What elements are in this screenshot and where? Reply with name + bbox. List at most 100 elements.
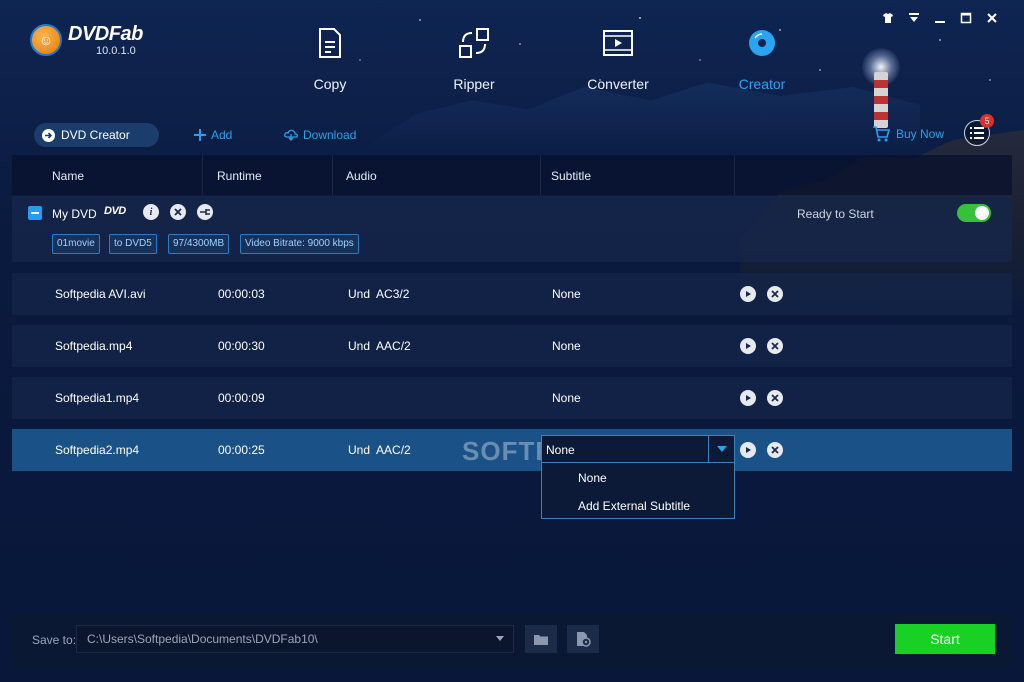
- column-divider: [734, 155, 735, 195]
- column-divider: [202, 155, 203, 195]
- nav-copy-label: Copy: [313, 76, 347, 92]
- app-name: DVDFab: [68, 23, 143, 45]
- remove-dvd-icon[interactable]: [170, 204, 186, 220]
- file-subtitle[interactable]: None: [552, 339, 581, 353]
- buy-now-label: Buy Now: [896, 127, 945, 141]
- save-to-label: Save to:: [32, 633, 77, 647]
- subtitle-dropdown-menu: None Add External Subtitle: [541, 463, 735, 519]
- menu-dropdown-icon[interactable]: [908, 12, 920, 24]
- mode-label: DVD Creator: [61, 128, 130, 142]
- nav-creator[interactable]: Creator: [690, 28, 834, 92]
- lighthouse-image: [874, 72, 888, 128]
- maximize-icon[interactable]: [960, 12, 972, 24]
- plus-icon: [194, 129, 206, 141]
- play-icon[interactable]: [740, 390, 756, 406]
- play-icon[interactable]: [740, 286, 756, 302]
- save-path-input[interactable]: C:\Users\Softpedia\Documents\DVDFab10\: [76, 625, 514, 653]
- tag-size[interactable]: 97/4300MB: [168, 234, 230, 254]
- subtitle-select[interactable]: None: [541, 435, 735, 463]
- dvd-select-checkbox[interactable]: [28, 206, 42, 220]
- status-text: Ready to Start: [797, 207, 874, 221]
- minimize-icon[interactable]: [934, 12, 946, 24]
- settings-wrench-icon[interactable]: [197, 204, 213, 220]
- buy-now-button[interactable]: Buy Now: [872, 126, 944, 142]
- remove-file-icon[interactable]: [767, 390, 783, 406]
- remove-file-icon[interactable]: [767, 442, 783, 458]
- file-runtime: 00:00:03: [218, 287, 265, 301]
- arrow-right-circle-icon: [42, 128, 55, 142]
- download-label: Download: [303, 128, 357, 142]
- cloud-download-icon: [284, 129, 298, 141]
- path-dropdown-chevron-icon[interactable]: [496, 636, 504, 641]
- queue-count-badge: 5: [980, 114, 994, 128]
- nav-copy[interactable]: Copy: [258, 28, 402, 92]
- tag-output[interactable]: to DVD5: [109, 234, 157, 254]
- file-row[interactable]: Softpedia.mp4 00:00:30 Und AAC/2 None: [12, 325, 1012, 367]
- subtitle-select-value: None: [546, 443, 575, 457]
- file-runtime: 00:00:30: [218, 339, 265, 353]
- cart-icon: [873, 126, 890, 142]
- copy-icon: [315, 28, 345, 58]
- window-controls: [882, 12, 998, 24]
- file-name: Softpedia1.mp4: [55, 391, 140, 405]
- folder-icon: [534, 634, 548, 645]
- dvd-project-row: My DVD DVD i 01movie to DVD5 97/4300MB V…: [12, 196, 1012, 262]
- dvdfab-logo-icon: ☺: [30, 24, 62, 56]
- add-label: Add: [211, 128, 233, 142]
- file-audio[interactable]: Und AAC/2: [348, 339, 411, 353]
- file-audio[interactable]: Und AAC/2: [348, 443, 411, 457]
- remove-file-icon[interactable]: [767, 286, 783, 302]
- column-divider: [540, 155, 541, 195]
- column-subtitle[interactable]: Subtitle: [551, 169, 591, 183]
- mode-selector-button[interactable]: DVD Creator: [34, 123, 159, 147]
- column-audio[interactable]: Audio: [346, 169, 377, 183]
- dvd-name: My DVD: [52, 207, 97, 221]
- file-row[interactable]: Softpedia1.mp4 00:00:09 None: [12, 377, 1012, 419]
- save-iso-button[interactable]: [567, 625, 599, 653]
- column-name[interactable]: Name: [52, 169, 84, 183]
- browse-folder-button[interactable]: [525, 625, 557, 653]
- nav-ripper-label: Ripper: [453, 76, 495, 92]
- bottom-bar: Save to: C:\Users\Softpedia\Documents\DV…: [12, 612, 1012, 668]
- creator-icon: [747, 28, 777, 58]
- play-icon[interactable]: [740, 442, 756, 458]
- dvd-format-icon[interactable]: DVD: [104, 205, 126, 217]
- nav-creator-label: Creator: [738, 76, 786, 92]
- app-window: ☺ DVDFab 10.0.1.0 Copy Ripper Converter …: [0, 0, 1024, 682]
- file-row[interactable]: Softpedia AVI.avi 00:00:03 Und AC3/2 Non…: [12, 273, 1012, 315]
- nav-converter-label: Converter: [587, 76, 649, 92]
- top-nav: Copy Ripper Converter Creator: [258, 28, 834, 92]
- file-name: Softpedia.mp4: [55, 339, 133, 353]
- file-audio[interactable]: Und AC3/2: [348, 287, 409, 301]
- app-version: 10.0.1.0: [96, 45, 136, 57]
- chevron-down-icon[interactable]: [708, 436, 734, 462]
- subtitle-option-none[interactable]: None: [578, 471, 607, 485]
- close-icon[interactable]: [986, 12, 998, 24]
- file-name: Softpedia2.mp4: [55, 443, 140, 457]
- lighthouse-beacon: [862, 48, 900, 86]
- ripper-icon: [459, 28, 489, 58]
- nav-converter[interactable]: Converter: [546, 28, 690, 92]
- tag-bitrate[interactable]: Video Bitrate: 9000 kbps: [240, 234, 359, 254]
- info-icon[interactable]: i: [143, 204, 159, 220]
- add-button[interactable]: Add: [194, 128, 232, 142]
- subtitle-option-add-external[interactable]: Add External Subtitle: [578, 499, 690, 513]
- column-runtime[interactable]: Runtime: [217, 169, 262, 183]
- tag-title[interactable]: 01movie: [52, 234, 100, 254]
- nav-ripper[interactable]: Ripper: [402, 28, 546, 92]
- file-subtitle[interactable]: None: [552, 287, 581, 301]
- download-button[interactable]: Download: [284, 128, 356, 142]
- app-logo: ☺ DVDFab 10.0.1.0: [30, 24, 143, 57]
- column-divider: [332, 155, 333, 195]
- file-row-selected[interactable]: Softpedia2.mp4 00:00:25 Und AAC/2: [12, 429, 1012, 471]
- play-icon[interactable]: [740, 338, 756, 354]
- table-header: Name Runtime Audio Subtitle: [12, 155, 1012, 195]
- converter-icon: [603, 28, 633, 58]
- enable-toggle[interactable]: [957, 204, 991, 222]
- skin-icon[interactable]: [882, 12, 894, 24]
- iso-file-icon: [577, 632, 591, 647]
- file-runtime: 00:00:09: [218, 391, 265, 405]
- start-button[interactable]: Start: [895, 624, 995, 654]
- remove-file-icon[interactable]: [767, 338, 783, 354]
- file-subtitle[interactable]: None: [552, 391, 581, 405]
